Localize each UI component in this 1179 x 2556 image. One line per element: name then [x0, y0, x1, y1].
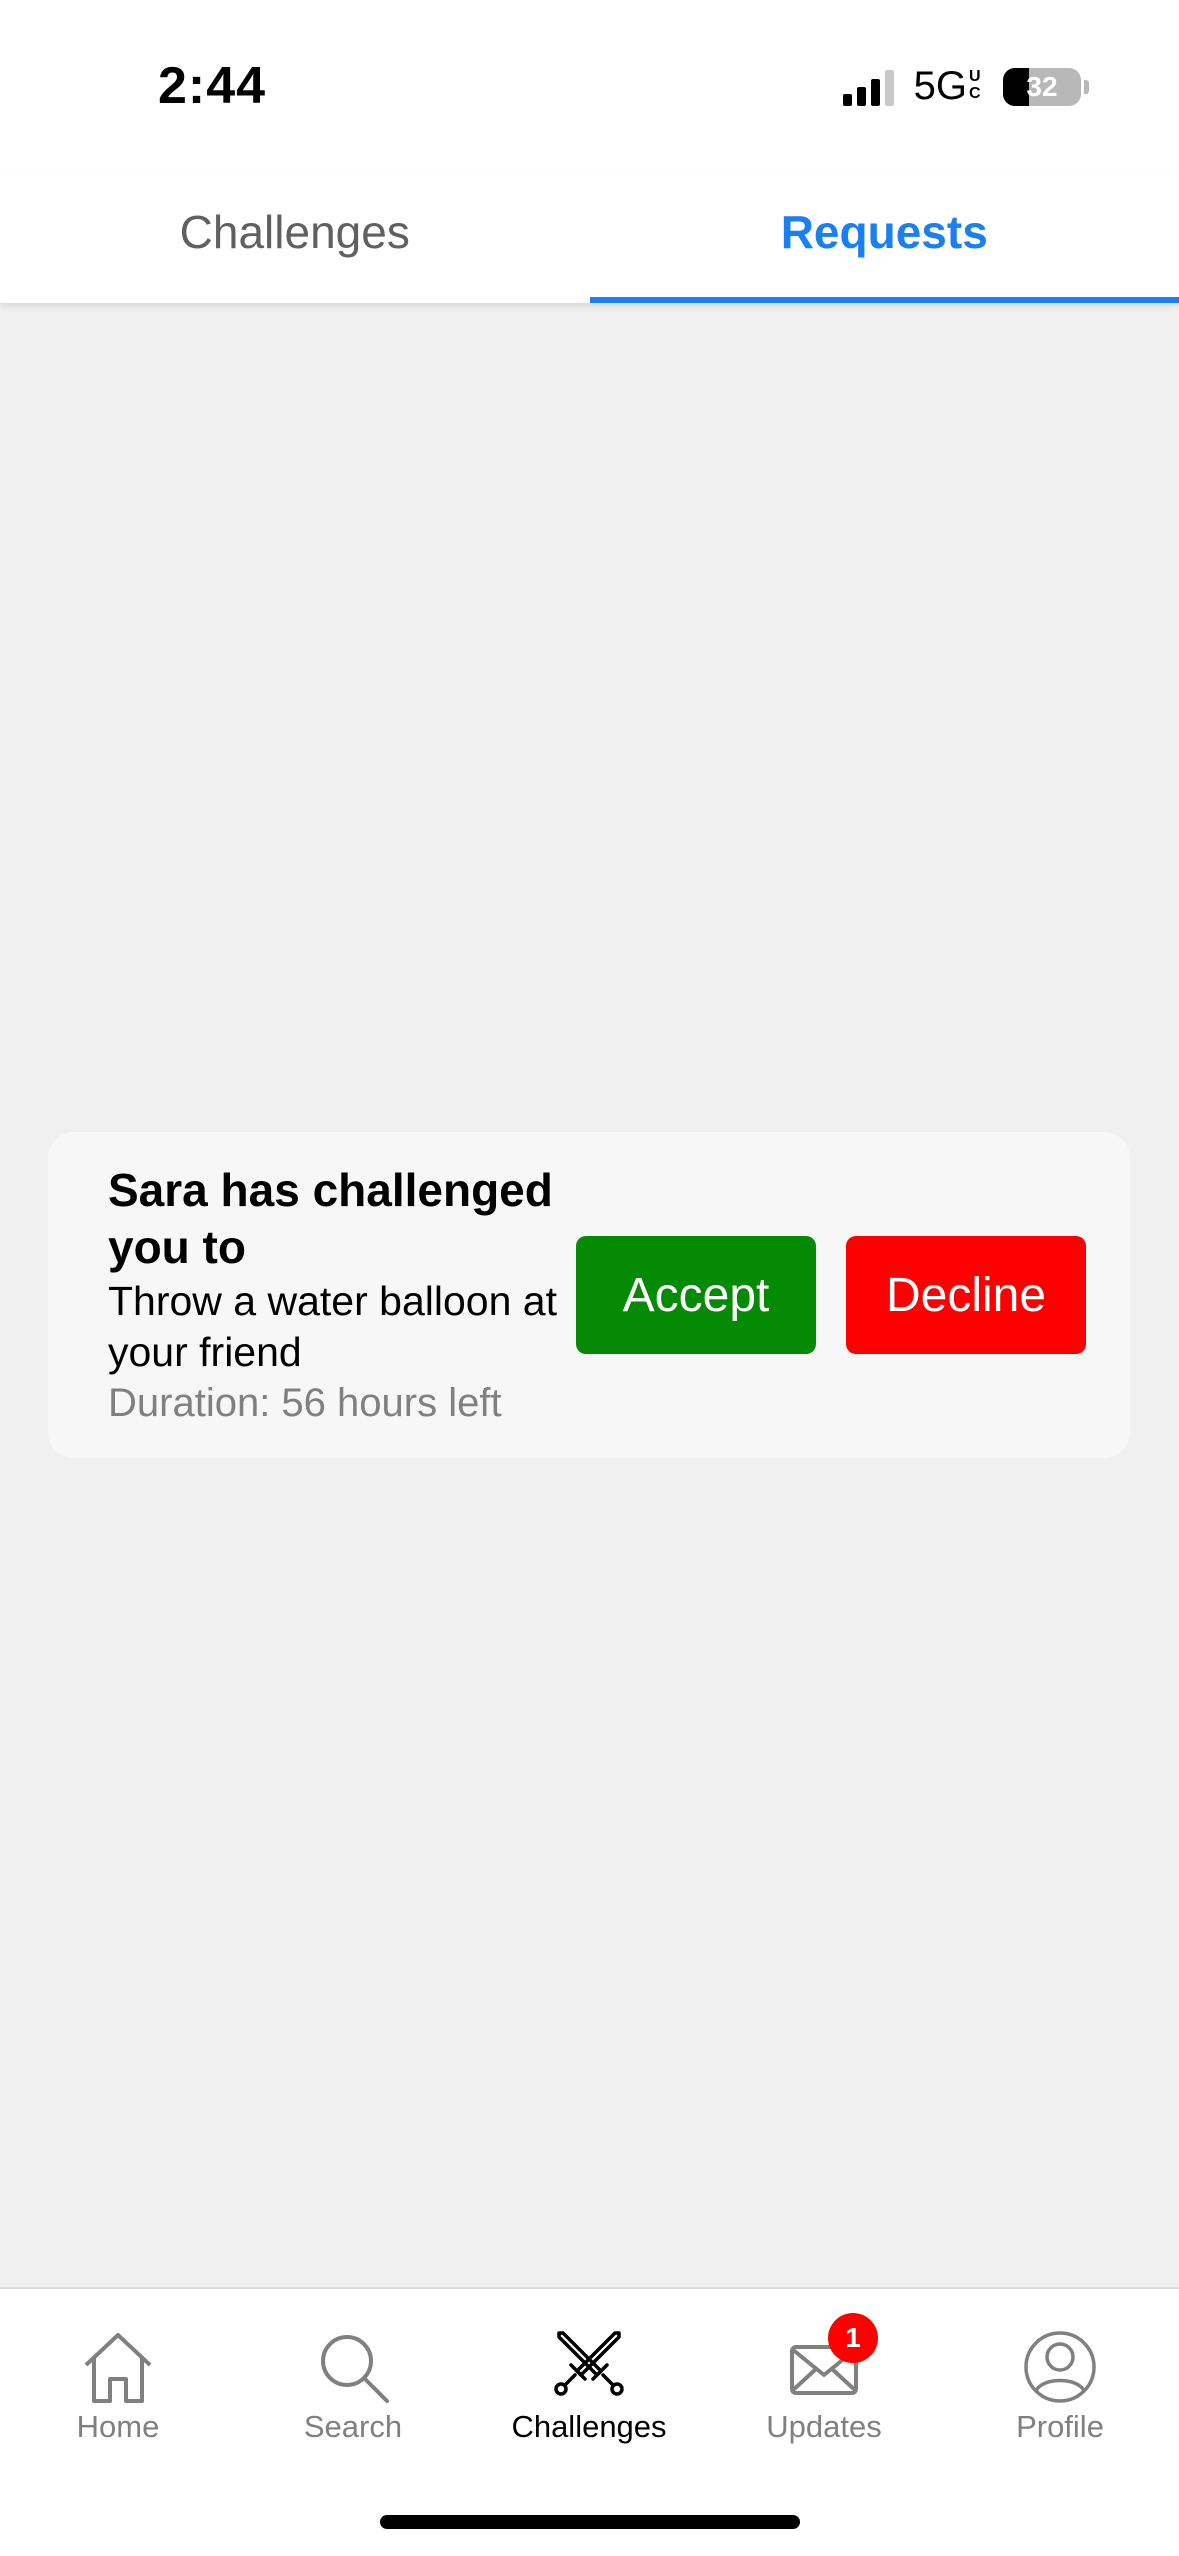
- nav-label-profile: Profile: [1016, 2409, 1104, 2444]
- battery-level: 32: [1026, 70, 1058, 102]
- network-label: 5G: [913, 64, 967, 108]
- home-indicator[interactable]: [380, 2515, 800, 2529]
- decline-button[interactable]: Decline: [846, 1236, 1086, 1354]
- challenge-request-card: Sara has challenged you to Throw a water…: [48, 1132, 1130, 1458]
- cellular-signal-icon: [842, 68, 894, 106]
- nav-label-home: Home: [76, 2409, 160, 2444]
- status-bar: 2:44 5G UC 32: [0, 0, 1179, 170]
- crossed-swords-icon: [549, 2327, 629, 2407]
- envelope-icon: 1: [784, 2313, 878, 2407]
- person-circle-icon: [1020, 2327, 1100, 2407]
- tab-bar: Challenges Requests: [0, 170, 1179, 303]
- tab-requests[interactable]: Requests: [589, 170, 1179, 303]
- status-time: 2:44: [158, 57, 267, 115]
- battery-icon: 32: [1003, 67, 1081, 106]
- nav-item-home[interactable]: Home: [18, 2327, 218, 2447]
- nav-item-updates[interactable]: 1 Updates: [724, 2313, 924, 2447]
- network-type: 5G UC: [914, 64, 983, 109]
- request-details: Sara has challenged you to Throw a water…: [108, 1162, 558, 1428]
- magnifier-icon: [313, 2327, 393, 2407]
- request-title: Sara has challenged you to: [108, 1164, 553, 1273]
- nav-label-updates: Updates: [766, 2409, 882, 2444]
- updates-badge: 1: [828, 2313, 878, 2363]
- nav-label-challenges: Challenges: [511, 2409, 667, 2444]
- nav-label-search: Search: [303, 2409, 403, 2444]
- status-indicators: 5G UC 32: [842, 64, 1089, 109]
- house-icon: [78, 2327, 158, 2407]
- tab-challenges[interactable]: Challenges: [0, 170, 590, 303]
- request-description: Throw a water balloon at your friend: [108, 1278, 557, 1375]
- accept-button[interactable]: Accept: [576, 1236, 816, 1354]
- network-suffix: UC: [969, 68, 981, 102]
- request-duration: Duration: 56 hours left: [108, 1381, 502, 1425]
- nav-item-profile[interactable]: Profile: [960, 2327, 1160, 2447]
- nav-item-challenges[interactable]: Challenges: [489, 2327, 689, 2447]
- nav-item-search[interactable]: Search: [253, 2327, 453, 2447]
